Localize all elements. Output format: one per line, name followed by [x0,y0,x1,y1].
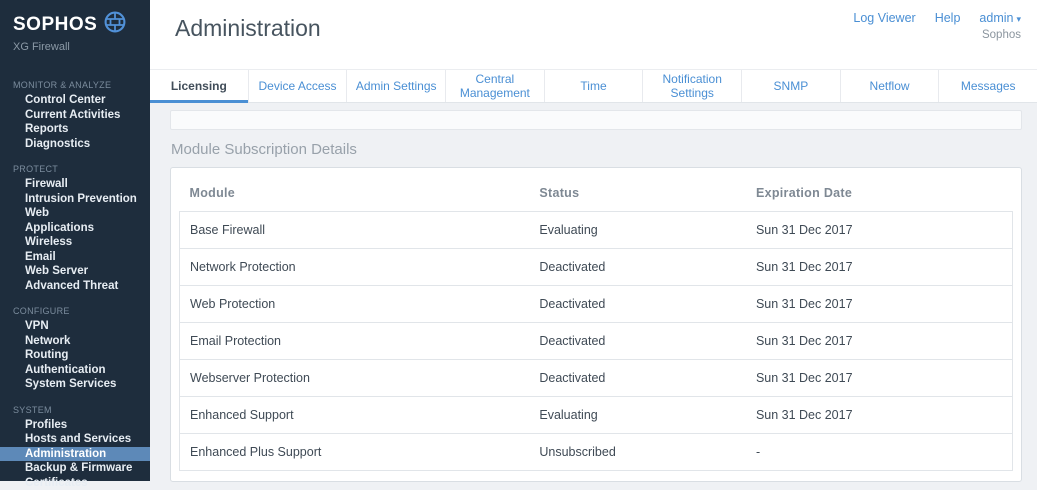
content: Module Subscription Details Module Statu… [150,103,1037,482]
sidebar-item-email[interactable]: Email [0,250,150,265]
tab-snmp[interactable]: SNMP [742,70,841,102]
column-header-status: Status [529,175,746,212]
table-row-enhanced-support: Enhanced SupportEvaluatingSun 31 Dec 201… [180,397,1013,434]
module-cell: Enhanced Support [180,397,530,434]
sidebar-item-firewall[interactable]: Firewall [0,177,150,192]
top-links: Log Viewer Help admin▾ Sophos [853,11,1021,41]
sidebar-item-backup-firmware[interactable]: Backup & Firmware [0,461,150,476]
user-menu[interactable]: admin▾ [979,11,1021,25]
brand-logo-text: SOPHOS [13,14,97,36]
sidebar-item-advanced-threat[interactable]: Advanced Threat [0,279,150,294]
module-cell: Enhanced Plus Support [180,434,530,471]
brand-block: SOPHOS XG Firewall [0,0,150,53]
sidebar-item-routing[interactable]: Routing [0,348,150,363]
expiration-cell: Sun 31 Dec 2017 [746,397,1013,434]
expiration-cell: Sun 31 Dec 2017 [746,323,1013,360]
sidebar-item-applications[interactable]: Applications [0,221,150,236]
user-menu-label: admin [979,11,1013,25]
column-header-module: Module [180,175,530,212]
table-row-webserver-protection: Webserver ProtectionDeactivatedSun 31 De… [180,360,1013,397]
section-title: Module Subscription Details [171,141,1020,158]
org-label: Sophos [853,29,1021,41]
sidebar-item-certificates[interactable]: Certificates [0,476,150,490]
tab-central-management[interactable]: Central Management [446,70,545,102]
module-cell: Email Protection [180,323,530,360]
sidebar-section-label-protect: PROTECT [0,151,150,177]
module-subscription-card: Module Status Expiration Date Base Firew… [170,167,1022,482]
column-header-expiration: Expiration Date [746,175,1013,212]
sidebar-item-system-services[interactable]: System Services [0,377,150,392]
page-header: Administration Log Viewer Help admin▾ So… [150,0,1037,69]
brand-product-label: XG Firewall [13,41,150,53]
table-row-enhanced-plus-support: Enhanced Plus SupportUnsubscribed- [180,434,1013,471]
sidebar-item-hosts-and-services[interactable]: Hosts and Services [0,432,150,447]
status-cell: Deactivated [529,249,746,286]
tab-bar: LicensingDevice AccessAdmin SettingsCent… [150,69,1037,103]
sidebar-item-profiles[interactable]: Profiles [0,418,150,433]
module-cell: Base Firewall [180,212,530,249]
module-cell: Web Protection [180,286,530,323]
module-cell: Network Protection [180,249,530,286]
sidebar-section-label-system: SYSTEM [0,392,150,418]
sidebar-item-diagnostics[interactable]: Diagnostics [0,137,150,152]
sidebar-item-intrusion-prevention[interactable]: Intrusion Prevention [0,192,150,207]
tab-admin-settings[interactable]: Admin Settings [347,70,446,102]
tab-messages[interactable]: Messages [939,70,1037,102]
sidebar-item-reports[interactable]: Reports [0,122,150,137]
expiration-cell: Sun 31 Dec 2017 [746,360,1013,397]
sidebar-item-web-server[interactable]: Web Server [0,264,150,279]
table-row-web-protection: Web ProtectionDeactivatedSun 31 Dec 2017 [180,286,1013,323]
main-area: Administration Log Viewer Help admin▾ So… [150,0,1037,481]
sidebar-item-current-activities[interactable]: Current Activities [0,108,150,123]
tab-time[interactable]: Time [545,70,644,102]
sidebar-nav: MONITOR & ANALYZEControl CenterCurrent A… [0,67,150,490]
status-cell: Evaluating [529,397,746,434]
expiration-cell: Sun 31 Dec 2017 [746,212,1013,249]
table-body: Base FirewallEvaluatingSun 31 Dec 2017Ne… [180,212,1013,471]
sidebar: SOPHOS XG Firewall MONITOR & ANALYZECont… [0,0,150,481]
module-cell: Webserver Protection [180,360,530,397]
status-cell: Deactivated [529,360,746,397]
expiration-cell: - [746,434,1013,471]
sidebar-section-label-configure: CONFIGURE [0,293,150,319]
sidebar-item-control-center[interactable]: Control Center [0,93,150,108]
sidebar-item-wireless[interactable]: Wireless [0,235,150,250]
tab-device-access[interactable]: Device Access [249,70,348,102]
sidebar-item-web[interactable]: Web [0,206,150,221]
tab-licensing[interactable]: Licensing [150,70,249,102]
table-row-email-protection: Email ProtectionDeactivatedSun 31 Dec 20… [180,323,1013,360]
table-row-base-firewall: Base FirewallEvaluatingSun 31 Dec 2017 [180,212,1013,249]
tab-notification-settings[interactable]: Notification Settings [643,70,742,102]
sidebar-item-network[interactable]: Network [0,334,150,349]
expiration-cell: Sun 31 Dec 2017 [746,249,1013,286]
status-cell: Deactivated [529,286,746,323]
expiration-cell: Sun 31 Dec 2017 [746,286,1013,323]
table-row-network-protection: Network ProtectionDeactivatedSun 31 Dec … [180,249,1013,286]
sophos-shield-icon [104,11,126,38]
sidebar-item-administration[interactable]: Administration [0,447,150,462]
log-viewer-link[interactable]: Log Viewer [853,11,915,25]
collapsed-panel-strip[interactable] [170,110,1022,130]
sidebar-item-authentication[interactable]: Authentication [0,363,150,378]
sidebar-section-label-monitor-analyze: MONITOR & ANALYZE [0,67,150,93]
tab-netflow[interactable]: Netflow [841,70,940,102]
table-header-row: Module Status Expiration Date [180,175,1013,212]
help-link[interactable]: Help [935,11,961,25]
caret-down-icon: ▾ [1016,14,1021,24]
module-subscription-table: Module Status Expiration Date Base Firew… [179,175,1013,471]
status-cell: Deactivated [529,323,746,360]
status-cell: Unsubscribed [529,434,746,471]
sidebar-item-vpn[interactable]: VPN [0,319,150,334]
status-cell: Evaluating [529,212,746,249]
